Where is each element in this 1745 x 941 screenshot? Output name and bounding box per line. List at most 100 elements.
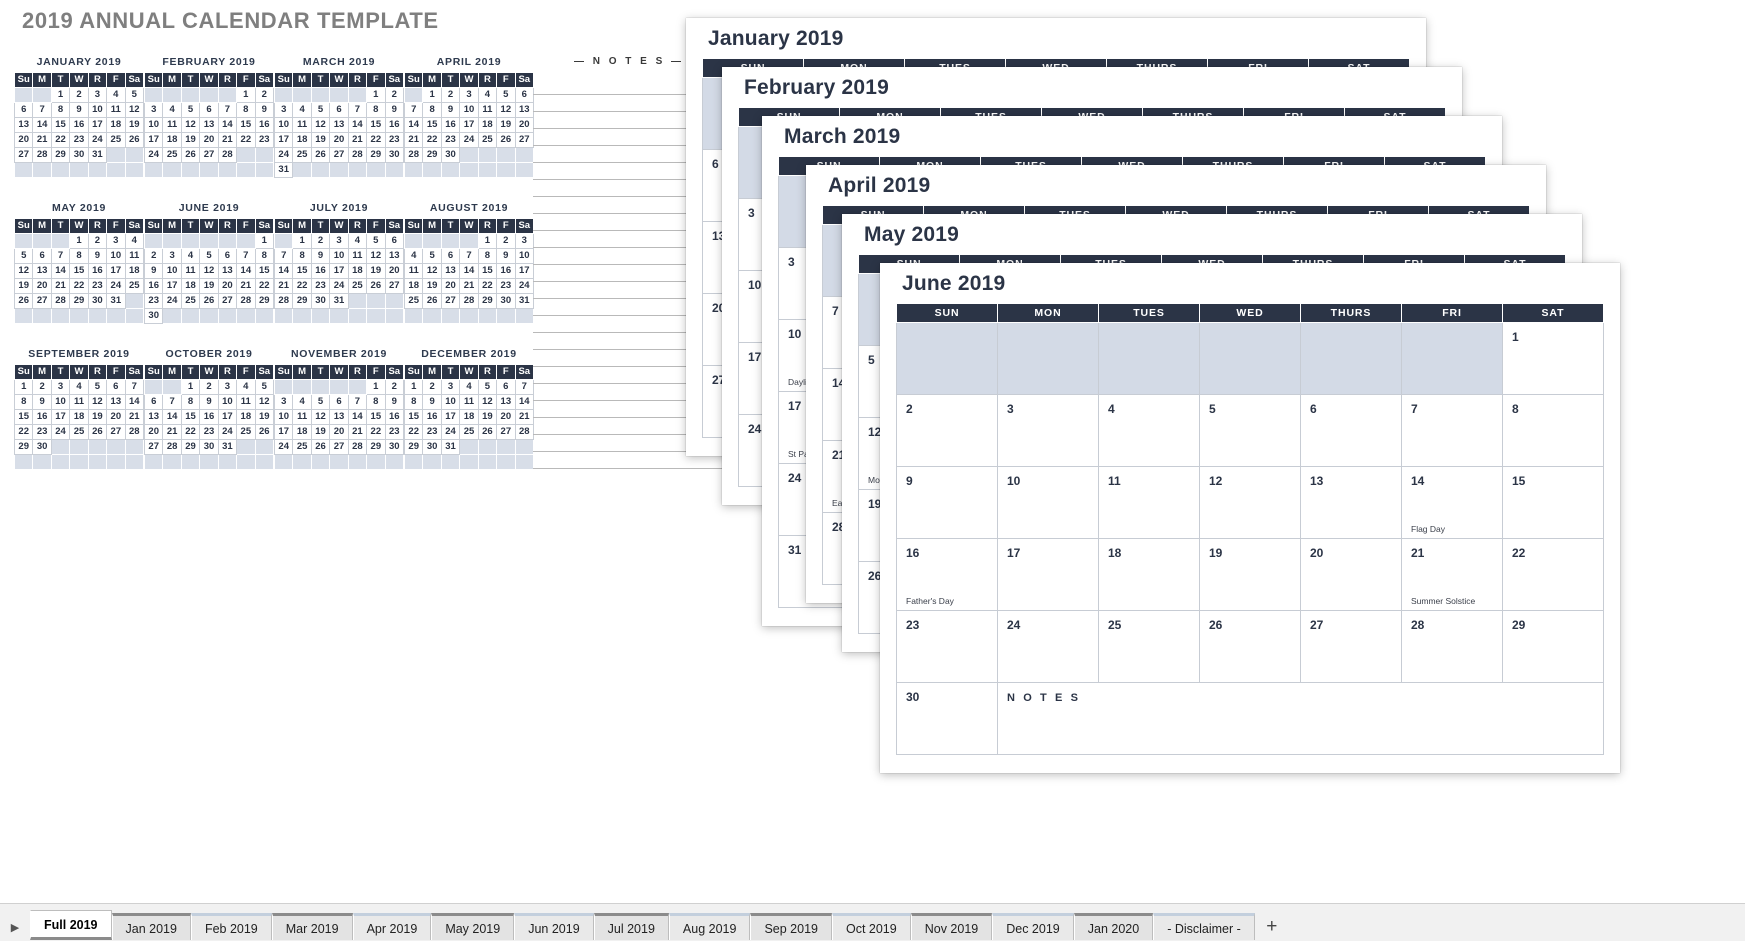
- day-cell-20[interactable]: 20: [1300, 538, 1402, 611]
- mini-day-cell[interactable]: 25: [347, 278, 368, 294]
- mini-day-cell-empty[interactable]: [124, 454, 145, 470]
- day-cell-14[interactable]: 14 Flag Day: [1401, 466, 1503, 539]
- mini-day-cell[interactable]: 25: [403, 293, 424, 309]
- mini-day-cell[interactable]: 3: [143, 102, 164, 118]
- mini-day-cell[interactable]: 2: [310, 233, 331, 249]
- mini-day-cell[interactable]: 16: [199, 409, 219, 425]
- mini-day-cell[interactable]: 19: [254, 409, 275, 425]
- mini-day-cell[interactable]: 6: [199, 102, 219, 118]
- mini-day-cell-empty[interactable]: [366, 293, 386, 309]
- mini-day-cell[interactable]: 22: [477, 278, 498, 294]
- mini-day-cell[interactable]: 26: [310, 147, 331, 163]
- mini-day-cell[interactable]: 23: [440, 132, 461, 148]
- mini-day-cell[interactable]: 4: [124, 233, 145, 249]
- day-cell-27[interactable]: 27: [1300, 610, 1402, 683]
- mini-day-cell[interactable]: 6: [329, 394, 349, 410]
- mini-day-cell-empty[interactable]: [254, 162, 275, 178]
- mini-day-cell[interactable]: 20: [329, 132, 349, 148]
- day-cell-28[interactable]: 28: [1401, 610, 1503, 683]
- mini-day-cell[interactable]: 9: [384, 102, 405, 118]
- mini-day-cell[interactable]: 5: [310, 394, 331, 410]
- mini-day-cell-empty[interactable]: [422, 233, 442, 249]
- mini-day-cell[interactable]: 26: [199, 293, 219, 309]
- mini-day-cell[interactable]: 16: [440, 117, 461, 133]
- day-cell-empty[interactable]: [896, 322, 998, 395]
- mini-day-cell[interactable]: 8: [403, 394, 424, 410]
- mini-day-cell-empty[interactable]: [217, 454, 238, 470]
- mini-day-cell-empty[interactable]: [217, 233, 238, 249]
- mini-day-cell[interactable]: 24: [106, 278, 126, 294]
- mini-day-cell-empty[interactable]: [162, 454, 182, 470]
- mini-day-cell[interactable]: 6: [143, 394, 164, 410]
- mini-day-cell-empty[interactable]: [87, 439, 108, 455]
- mini-day-cell[interactable]: 19: [13, 278, 34, 294]
- mini-day-cell-empty[interactable]: [143, 162, 164, 178]
- mini-day-cell[interactable]: 28: [162, 439, 182, 455]
- mini-day-cell[interactable]: 25: [124, 278, 145, 294]
- mini-day-cell-empty[interactable]: [199, 162, 219, 178]
- mini-day-cell[interactable]: 17: [459, 117, 479, 133]
- mini-day-cell[interactable]: 3: [514, 233, 535, 249]
- mini-day-cell-empty[interactable]: [440, 308, 461, 324]
- mini-day-cell[interactable]: 11: [477, 102, 498, 118]
- mini-day-cell[interactable]: 30: [310, 293, 331, 309]
- mini-day-cell-empty[interactable]: [32, 162, 52, 178]
- mini-day-cell-empty[interactable]: [106, 454, 126, 470]
- mini-day-cell[interactable]: 2: [254, 87, 275, 103]
- mini-day-cell-empty[interactable]: [13, 162, 34, 178]
- mini-day-cell[interactable]: 7: [32, 102, 52, 118]
- mini-day-cell[interactable]: 1: [69, 233, 89, 249]
- mini-day-cell[interactable]: 21: [236, 278, 256, 294]
- mini-day-cell[interactable]: 22: [366, 132, 386, 148]
- mini-day-cell-empty[interactable]: [199, 308, 219, 324]
- mini-day-cell-empty[interactable]: [124, 293, 145, 309]
- mini-day-cell[interactable]: 11: [162, 117, 182, 133]
- mini-day-cell-empty[interactable]: [384, 454, 405, 470]
- mini-day-cell-empty[interactable]: [514, 454, 535, 470]
- mini-day-cell[interactable]: 29: [254, 293, 275, 309]
- mini-day-cell[interactable]: 6: [217, 248, 238, 264]
- mini-day-cell[interactable]: 6: [440, 248, 461, 264]
- mini-day-cell[interactable]: 10: [459, 102, 479, 118]
- mini-day-cell[interactable]: 24: [50, 424, 71, 440]
- day-cell-4[interactable]: 4: [1098, 394, 1200, 467]
- mini-day-cell[interactable]: 13: [496, 394, 516, 410]
- day-cell-24[interactable]: 24: [997, 610, 1099, 683]
- mini-day-cell[interactable]: 21: [459, 278, 479, 294]
- mini-day-cell[interactable]: 12: [477, 394, 498, 410]
- mini-day-cell[interactable]: 10: [87, 102, 108, 118]
- mini-day-cell[interactable]: 11: [106, 102, 126, 118]
- mini-day-cell[interactable]: 3: [50, 379, 71, 395]
- mini-day-cell[interactable]: 26: [254, 424, 275, 440]
- day-cell-8[interactable]: 8: [1502, 394, 1604, 467]
- mini-day-cell[interactable]: 17: [162, 278, 182, 294]
- sheet-tab-jul-2019[interactable]: Jul 2019: [593, 913, 669, 940]
- mini-day-cell[interactable]: 1: [366, 87, 386, 103]
- mini-day-cell[interactable]: 22: [254, 278, 275, 294]
- day-cell-empty[interactable]: [1300, 322, 1402, 395]
- mini-day-cell[interactable]: 12: [124, 102, 145, 118]
- mini-day-cell-empty[interactable]: [422, 454, 442, 470]
- mini-day-cell-empty[interactable]: [366, 308, 386, 324]
- mini-day-cell[interactable]: 21: [124, 409, 145, 425]
- mini-day-cell[interactable]: 2: [440, 87, 461, 103]
- sheet-tab-mar-2019[interactable]: Mar 2019: [271, 913, 353, 940]
- mini-day-cell[interactable]: 23: [384, 132, 405, 148]
- mini-day-cell[interactable]: 30: [384, 147, 405, 163]
- mini-day-cell[interactable]: 7: [217, 102, 238, 118]
- mini-day-cell[interactable]: 24: [143, 147, 164, 163]
- mini-day-cell[interactable]: 27: [329, 147, 349, 163]
- mini-day-cell[interactable]: 13: [199, 117, 219, 133]
- mini-day-cell[interactable]: 2: [384, 87, 405, 103]
- mini-day-cell-empty[interactable]: [514, 439, 535, 455]
- mini-day-cell[interactable]: 24: [162, 293, 182, 309]
- mini-day-cell-empty[interactable]: [50, 308, 71, 324]
- mini-day-cell-empty[interactable]: [254, 147, 275, 163]
- mini-day-cell[interactable]: 14: [403, 117, 424, 133]
- mini-day-cell[interactable]: 29: [50, 147, 71, 163]
- mini-day-cell-empty[interactable]: [403, 454, 424, 470]
- mini-day-cell[interactable]: 14: [514, 394, 535, 410]
- mini-day-cell[interactable]: 24: [514, 278, 535, 294]
- mini-day-cell[interactable]: 24: [273, 147, 294, 163]
- day-cell-1[interactable]: 1: [1502, 322, 1604, 395]
